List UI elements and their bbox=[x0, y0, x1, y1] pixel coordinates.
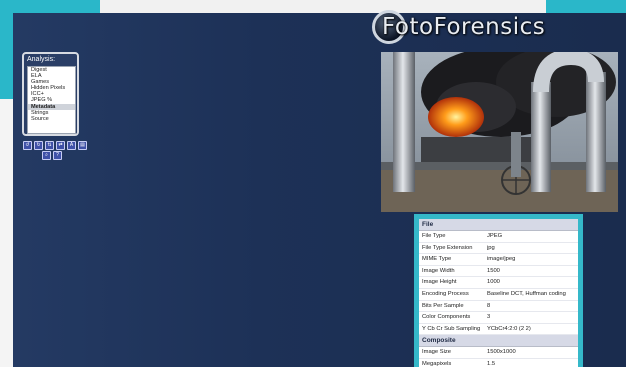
row-key: File Type Extension bbox=[422, 244, 473, 251]
metadata-table: File File Type JPEG File Type Extension … bbox=[419, 219, 578, 369]
row-value: 1500x1000 bbox=[487, 349, 516, 356]
logo-text: FotoForensics bbox=[382, 14, 546, 40]
zoom-icon[interactable]: ⌕ bbox=[42, 151, 51, 160]
info-icon[interactable]: ▤ bbox=[78, 141, 87, 150]
metadata-panel-frame: File File Type JPEG File Type Extension … bbox=[414, 214, 583, 369]
row-key: Megapixels bbox=[422, 360, 452, 367]
row-value: 1500 bbox=[487, 267, 500, 274]
table-row: Image Height 1000 bbox=[419, 277, 578, 289]
table-row: Image Width 1500 bbox=[419, 266, 578, 278]
analysis-item-source[interactable]: Source bbox=[28, 116, 75, 122]
analysis-title: Analysis: bbox=[27, 56, 56, 63]
text-icon[interactable]: A bbox=[67, 141, 76, 150]
section-file-header: File bbox=[419, 219, 578, 231]
row-value: image/jpeg bbox=[487, 256, 516, 263]
table-row: File Type Extension jpg bbox=[419, 243, 578, 255]
help-icon[interactable]: ? bbox=[53, 151, 62, 160]
row-key: Image Height bbox=[422, 279, 457, 286]
section-composite-header: Composite bbox=[419, 335, 578, 348]
corner-accent-top-left bbox=[0, 0, 100, 13]
row-value: jpg bbox=[487, 244, 495, 251]
row-key: Y Cb Cr Sub Sampling bbox=[422, 325, 481, 332]
rotate-right-icon[interactable]: ↻ bbox=[34, 141, 43, 150]
analyzed-photo[interactable] bbox=[381, 52, 618, 212]
table-row: File Type JPEG bbox=[419, 231, 578, 243]
tool-row-top: ↺ ↻ ⇅ ⇄ A ▤ bbox=[23, 141, 87, 150]
analysis-listbox[interactable]: Digest ELA Games Hidden Pixels ICC+ JPEG… bbox=[27, 66, 76, 134]
row-value: 1000 bbox=[487, 279, 500, 286]
mirror-icon[interactable]: ⇄ bbox=[56, 141, 65, 150]
row-key: File Type bbox=[422, 233, 446, 239]
table-row: Megapixels 1.5 bbox=[419, 359, 578, 369]
row-key: Image Width bbox=[422, 267, 455, 274]
photo-illustration bbox=[381, 52, 618, 212]
tool-row-bottom: ⌕ ? bbox=[42, 151, 62, 160]
table-row: Encoding Process Baseline DCT, Huffman c… bbox=[419, 289, 578, 301]
fotoforensics-logo[interactable]: FotoForensics bbox=[372, 6, 572, 46]
row-value: 3 bbox=[487, 314, 491, 321]
row-key: Encoding Process bbox=[422, 290, 469, 297]
left-accent-strip bbox=[0, 13, 13, 99]
row-value: JPEG bbox=[487, 233, 503, 239]
table-row: Color Components 3 bbox=[419, 312, 578, 324]
row-value: 1.5 bbox=[487, 360, 496, 367]
table-row: MIME Type image/jpeg bbox=[419, 254, 578, 266]
row-key: Image Size bbox=[422, 349, 451, 356]
row-key: Bits Per Sample bbox=[422, 302, 464, 309]
analysis-panel: Analysis: Digest ELA Games Hidden Pixels… bbox=[22, 52, 79, 136]
row-value: Baseline DCT, Huffman coding bbox=[487, 290, 566, 297]
row-key: MIME Type bbox=[422, 256, 452, 263]
table-row: Bits Per Sample 8 bbox=[419, 301, 578, 313]
table-row: Image Size 1500x1000 bbox=[419, 347, 578, 359]
row-key: Color Components bbox=[422, 314, 471, 321]
flip-icon[interactable]: ⇅ bbox=[45, 141, 54, 150]
row-value: YCbCr4:2:0 (2 2) bbox=[487, 325, 531, 332]
table-row: Y Cb Cr Sub Sampling YCbCr4:2:0 (2 2) bbox=[419, 324, 578, 336]
rotate-left-icon[interactable]: ↺ bbox=[23, 141, 32, 150]
row-value: 8 bbox=[487, 302, 491, 309]
